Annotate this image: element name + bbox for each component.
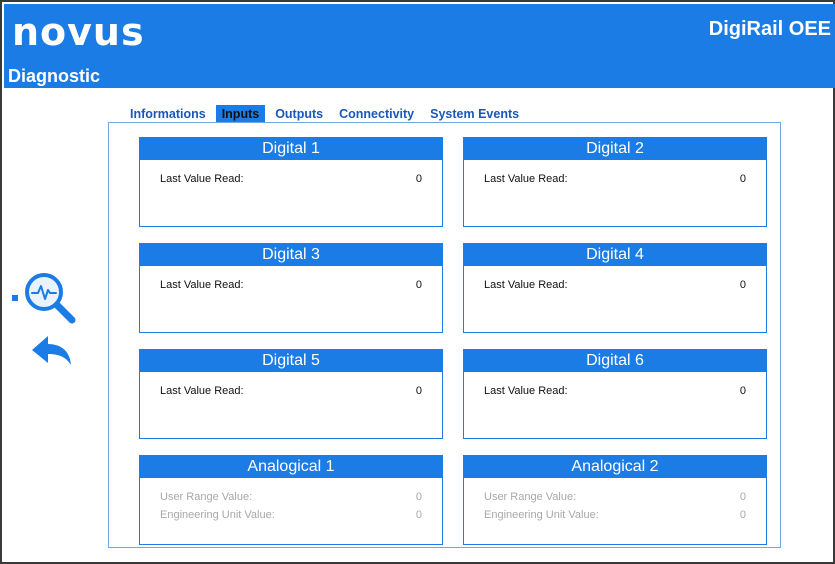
card-digital-6: Digital 6 Last Value Read: 0 <box>463 349 767 439</box>
row-value: 0 <box>739 509 746 521</box>
row-label: Last Value Read: <box>484 173 568 185</box>
card-title: Digital 2 <box>464 138 766 160</box>
tab-connectivity[interactable]: Connectivity <box>333 105 420 123</box>
row-value: 0 <box>415 509 422 521</box>
page-title: Diagnostic <box>8 66 101 86</box>
row-last-value-read: Last Value Read: 0 <box>160 382 422 400</box>
card-digital-2: Digital 2 Last Value Read: 0 <box>463 137 767 227</box>
card-body: Last Value Read: 0 <box>464 372 766 400</box>
card-title: Digital 4 <box>464 244 766 266</box>
card-digital-1: Digital 1 Last Value Read: 0 <box>139 137 443 227</box>
card-title: Digital 5 <box>140 350 442 372</box>
tab-bar: Informations Inputs Outputs Connectivity… <box>124 105 529 123</box>
row-value: 0 <box>415 491 422 503</box>
card-title: Digital 3 <box>140 244 442 266</box>
card-digital-5: Digital 5 Last Value Read: 0 <box>139 349 443 439</box>
card-body: Last Value Read: 0 <box>464 266 766 294</box>
row-engineering-unit-value: Engineering Unit Value: 0 <box>160 506 422 524</box>
tab-inputs[interactable]: Inputs <box>215 105 266 123</box>
novus-logo: novus <box>12 10 145 54</box>
row-value: 0 <box>739 491 746 503</box>
card-body: User Range Value: 0 Engineering Unit Val… <box>140 478 442 524</box>
card-digital-4: Digital 4 Last Value Read: 0 <box>463 243 767 333</box>
row-last-value-read: Last Value Read: 0 <box>160 276 422 294</box>
row-label: Last Value Read: <box>484 279 568 291</box>
tab-outputs[interactable]: Outputs <box>269 105 329 123</box>
row-user-range-value: User Range Value: 0 <box>160 488 422 506</box>
row-label: Last Value Read: <box>160 173 244 185</box>
card-body: User Range Value: 0 Engineering Unit Val… <box>464 478 766 524</box>
card-analogical-1: Analogical 1 User Range Value: 0 Enginee… <box>139 455 443 545</box>
card-body: Last Value Read: 0 <box>464 160 766 188</box>
card-title: Analogical 1 <box>140 456 442 478</box>
tab-system-events[interactable]: System Events <box>424 105 525 123</box>
row-label: User Range Value: <box>160 491 253 503</box>
side-navigation <box>8 270 82 380</box>
row-value: 0 <box>415 173 422 185</box>
row-last-value-read: Last Value Read: 0 <box>160 170 422 188</box>
row-last-value-read: Last Value Read: 0 <box>484 382 746 400</box>
card-digital-3: Digital 3 Last Value Read: 0 <box>139 243 443 333</box>
row-last-value-read: Last Value Read: 0 <box>484 170 746 188</box>
diagnostic-search-icon[interactable] <box>22 270 84 324</box>
row-label: Last Value Read: <box>484 385 568 397</box>
card-title: Digital 1 <box>140 138 442 160</box>
row-label: Engineering Unit Value: <box>160 509 275 521</box>
header-bar: novus DigiRail OEE Diagnostic <box>4 4 835 88</box>
app-window: novus DigiRail OEE Diagnostic Informatio… <box>0 0 835 564</box>
row-value: 0 <box>415 385 422 397</box>
card-title: Digital 6 <box>464 350 766 372</box>
row-label: Last Value Read: <box>160 279 244 291</box>
row-engineering-unit-value: Engineering Unit Value: 0 <box>484 506 746 524</box>
selected-bullet <box>12 295 18 301</box>
card-body: Last Value Read: 0 <box>140 372 442 400</box>
row-value: 0 <box>415 279 422 291</box>
back-arrow-icon[interactable] <box>30 334 74 368</box>
row-label: User Range Value: <box>484 491 577 503</box>
row-value: 0 <box>739 173 746 185</box>
card-title: Analogical 2 <box>464 456 766 478</box>
tab-informations[interactable]: Informations <box>124 105 212 123</box>
row-user-range-value: User Range Value: 0 <box>484 488 746 506</box>
card-body: Last Value Read: 0 <box>140 160 442 188</box>
row-last-value-read: Last Value Read: 0 <box>484 276 746 294</box>
card-body: Last Value Read: 0 <box>140 266 442 294</box>
card-analogical-2: Analogical 2 User Range Value: 0 Enginee… <box>463 455 767 545</box>
row-value: 0 <box>739 385 746 397</box>
app-title: DigiRail OEE <box>708 18 831 40</box>
row-label: Last Value Read: <box>160 385 244 397</box>
inputs-panel: Digital 1 Last Value Read: 0 Digital 2 L… <box>108 122 781 548</box>
row-value: 0 <box>739 279 746 291</box>
row-label: Engineering Unit Value: <box>484 509 599 521</box>
